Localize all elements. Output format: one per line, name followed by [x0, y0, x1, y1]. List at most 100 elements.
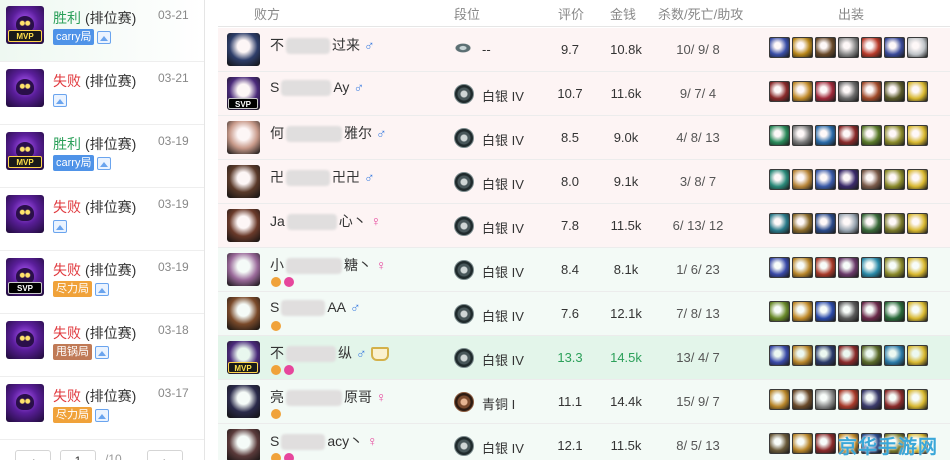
player-name[interactable]: 卍卍卍 ♂ — [270, 167, 375, 187]
item-icon[interactable] — [815, 37, 836, 58]
hero-avatar[interactable] — [227, 385, 260, 418]
match-item[interactable]: 失败 (排位赛) 03-19 — [0, 189, 204, 251]
player-row[interactable]: 小 糖丶 ♀ 白银 IV 8.4 8.1k 1/ 6/ 23 — [218, 248, 950, 292]
item-icon[interactable] — [815, 125, 836, 146]
image-icon[interactable] — [95, 408, 109, 422]
item-icon[interactable] — [792, 37, 813, 58]
item-icon[interactable] — [884, 125, 905, 146]
image-icon[interactable] — [53, 219, 67, 233]
hero-avatar[interactable] — [227, 297, 260, 330]
player-row[interactable]: MVP 不 纵 ♂ 白银 IV 13.3 14.5k 13/ 4/ 7 — [218, 336, 950, 380]
item-icon[interactable] — [907, 301, 928, 322]
player-name[interactable]: 何 雅尔 ♂ — [270, 123, 387, 143]
item-icon[interactable] — [907, 37, 928, 58]
item-icon[interactable] — [907, 125, 928, 146]
item-icon[interactable] — [838, 213, 859, 234]
item-icon[interactable] — [792, 345, 813, 366]
player-name[interactable]: 不 过来 ♂ — [270, 35, 375, 55]
item-icon[interactable] — [815, 433, 836, 454]
item-icon[interactable] — [815, 257, 836, 278]
image-icon[interactable] — [97, 156, 112, 170]
item-icon[interactable] — [884, 301, 905, 322]
item-icon[interactable] — [907, 345, 928, 366]
item-icon[interactable] — [815, 389, 836, 410]
item-icon[interactable] — [884, 213, 905, 234]
item-icon[interactable] — [861, 301, 882, 322]
hero-avatar[interactable]: SVP — [227, 77, 260, 110]
item-icon[interactable] — [907, 389, 928, 410]
item-icon[interactable] — [769, 169, 790, 190]
player-row[interactable]: 何 雅尔 ♂ 白银 IV 8.5 9.0k 4/ 8/ 13 — [218, 116, 950, 160]
item-icon[interactable] — [907, 213, 928, 234]
item-icon[interactable] — [769, 213, 790, 234]
item-icon[interactable] — [884, 257, 905, 278]
image-icon[interactable] — [95, 282, 109, 296]
item-icon[interactable] — [792, 257, 813, 278]
item-icon[interactable] — [815, 345, 836, 366]
item-icon[interactable] — [838, 345, 859, 366]
item-icon[interactable] — [792, 169, 813, 190]
item-icon[interactable] — [907, 257, 928, 278]
player-name[interactable]: S Ay ♂ — [270, 79, 364, 97]
item-icon[interactable] — [838, 301, 859, 322]
item-icon[interactable] — [769, 81, 790, 102]
item-icon[interactable] — [861, 169, 882, 190]
item-icon[interactable] — [838, 389, 859, 410]
match-item[interactable]: MVP 胜利 (排位赛) 03-19 carry局 — [0, 126, 204, 188]
match-item[interactable]: 失败 (排位赛) 03-17 尽力局 — [0, 378, 204, 440]
item-icon[interactable] — [769, 37, 790, 58]
item-icon[interactable] — [838, 37, 859, 58]
page-number-input[interactable]: 1 — [60, 450, 96, 460]
item-icon[interactable] — [815, 213, 836, 234]
hero-avatar[interactable] — [227, 429, 260, 460]
player-name[interactable]: Sacy丶 ♀ — [270, 431, 378, 451]
hero-avatar[interactable] — [227, 209, 260, 242]
player-name[interactable]: 不 纵 ♂ — [270, 343, 389, 363]
item-icon[interactable] — [838, 257, 859, 278]
item-icon[interactable] — [769, 433, 790, 454]
player-row[interactable]: 不 过来 ♂ -- 9.7 10.8k 10/ 9/ 8 — [218, 28, 950, 72]
match-item[interactable]: 失败 (排位赛) 03-18 甩锅局 — [0, 315, 204, 377]
item-icon[interactable] — [815, 169, 836, 190]
item-icon[interactable] — [792, 213, 813, 234]
item-icon[interactable] — [884, 169, 905, 190]
image-icon[interactable] — [95, 345, 109, 359]
item-icon[interactable] — [769, 257, 790, 278]
prev-page-button[interactable]: ‹ — [15, 450, 51, 460]
item-icon[interactable] — [884, 345, 905, 366]
player-row[interactable]: SVP S Ay ♂ 白银 IV 10.7 11.6k 9/ 7/ 4 — [218, 72, 950, 116]
item-icon[interactable] — [861, 345, 882, 366]
item-icon[interactable] — [769, 301, 790, 322]
item-icon[interactable] — [769, 389, 790, 410]
hero-avatar[interactable] — [227, 121, 260, 154]
match-item[interactable]: SVP 失败 (排位赛) 03-19 尽力局 — [0, 252, 204, 314]
player-row[interactable]: Ja 心丶 ♀ 白银 IV 7.8 11.5k 6/ 13/ 12 — [218, 204, 950, 248]
item-icon[interactable] — [838, 125, 859, 146]
hero-avatar[interactable]: MVP — [227, 341, 260, 374]
item-icon[interactable] — [792, 301, 813, 322]
item-icon[interactable] — [815, 301, 836, 322]
item-icon[interactable] — [861, 81, 882, 102]
item-icon[interactable] — [907, 169, 928, 190]
item-icon[interactable] — [861, 125, 882, 146]
player-row[interactable]: S AA ♂ 白银 IV 7.6 12.1k 7/ 8/ 13 — [218, 292, 950, 336]
item-icon[interactable] — [769, 345, 790, 366]
hero-avatar[interactable] — [227, 253, 260, 286]
item-icon[interactable] — [769, 125, 790, 146]
item-icon[interactable] — [884, 389, 905, 410]
item-icon[interactable] — [884, 37, 905, 58]
item-icon[interactable] — [792, 81, 813, 102]
item-icon[interactable] — [815, 81, 836, 102]
item-icon[interactable] — [861, 213, 882, 234]
item-icon[interactable] — [838, 169, 859, 190]
item-icon[interactable] — [861, 37, 882, 58]
item-icon[interactable] — [861, 389, 882, 410]
next-page-button[interactable]: › — [147, 450, 183, 460]
image-icon[interactable] — [53, 93, 67, 107]
player-name[interactable]: 亮 原哥 ♀ — [270, 387, 387, 407]
match-item[interactable]: 失败 (排位赛) 03-21 — [0, 63, 204, 125]
player-row[interactable]: 卍卍卍 ♂ 白银 IV 8.0 9.1k 3/ 8/ 7 — [218, 160, 950, 204]
player-name[interactable]: Ja 心丶 ♀ — [270, 211, 381, 231]
item-icon[interactable] — [861, 257, 882, 278]
player-row[interactable]: 亮 原哥 ♀ 青铜 I 11.1 14.4k 15/ 9/ 7 — [218, 380, 950, 424]
